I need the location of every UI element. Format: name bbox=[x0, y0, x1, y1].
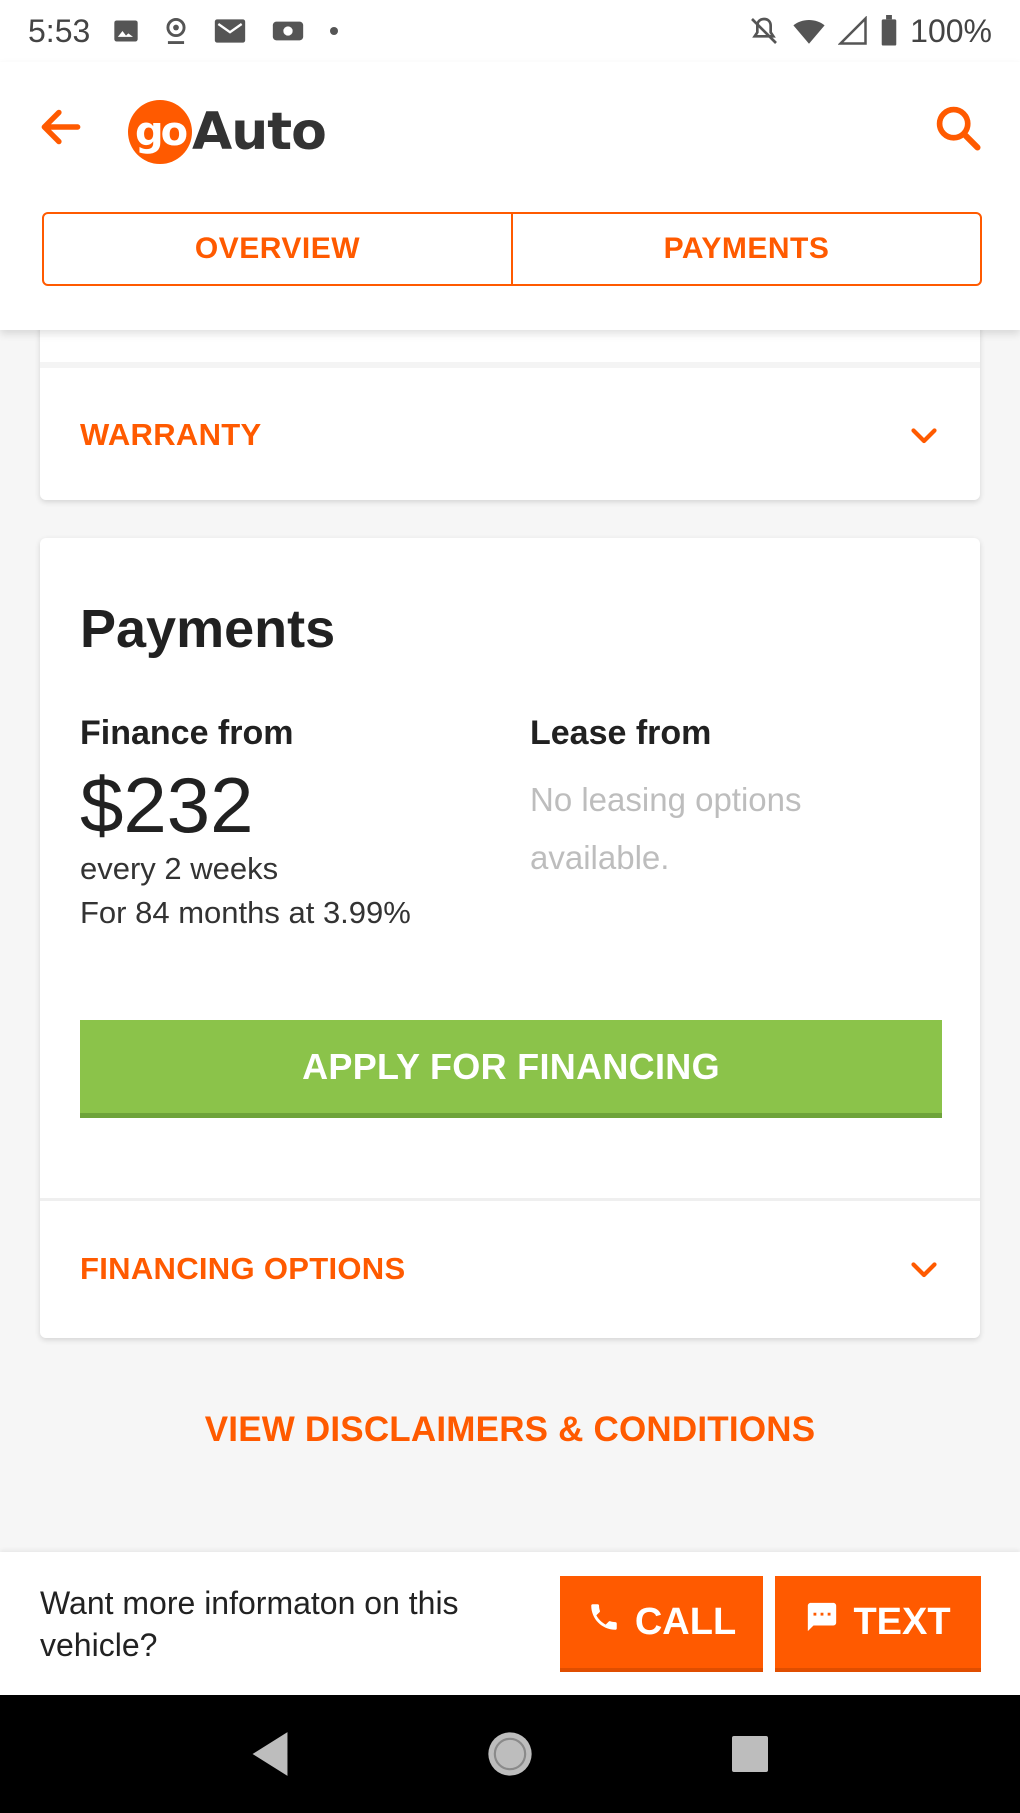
system-nav-bar bbox=[0, 1695, 1020, 1813]
tab-payments[interactable]: PAYMENTS bbox=[511, 214, 980, 284]
wifi-icon bbox=[792, 16, 826, 46]
chevron-down-icon bbox=[906, 417, 942, 453]
battery-percentage: 100% bbox=[910, 12, 992, 49]
gmail-icon bbox=[212, 17, 248, 45]
segmented-tabs: OVERVIEW PAYMENTS bbox=[42, 212, 982, 286]
search-icon[interactable] bbox=[932, 102, 984, 154]
nav-back-icon[interactable] bbox=[230, 1714, 310, 1794]
status-bar: 5:53 100% bbox=[0, 0, 1020, 62]
message-icon bbox=[805, 1600, 839, 1644]
payments-card: Payments Finance from $232 every 2 weeks… bbox=[40, 538, 980, 1338]
mute-icon bbox=[748, 15, 780, 47]
divider bbox=[40, 1198, 980, 1201]
text-button[interactable]: TEXT bbox=[775, 1576, 981, 1672]
finance-term: For 84 months at 3.99% bbox=[80, 895, 411, 930]
lease-heading: Lease from bbox=[530, 714, 712, 752]
finance-amount: $232 bbox=[80, 761, 254, 849]
weather-icon bbox=[270, 17, 306, 45]
call-label: CALL bbox=[634, 1600, 737, 1643]
finance-heading: Finance from bbox=[80, 714, 294, 752]
signal-icon bbox=[838, 16, 868, 46]
nav-recents-icon[interactable] bbox=[710, 1714, 790, 1794]
contact-bar: Want more informaton on this vehicle? CA… bbox=[0, 1552, 1020, 1695]
warranty-label: WARRANTY bbox=[80, 417, 262, 452]
lease-column: Lease from No leasing options available. bbox=[530, 714, 950, 887]
warranty-accordion[interactable]: WARRANTY bbox=[40, 368, 980, 502]
image-icon bbox=[112, 17, 140, 45]
chevron-down-icon bbox=[906, 1251, 942, 1287]
text-label: TEXT bbox=[853, 1600, 951, 1643]
back-arrow-icon[interactable] bbox=[36, 102, 86, 152]
goauto-logo: go Auto bbox=[128, 98, 327, 166]
nav-home-icon[interactable] bbox=[470, 1714, 550, 1794]
dot-icon bbox=[328, 25, 340, 37]
logo-go-badge: go bbox=[128, 100, 192, 164]
phone-icon bbox=[587, 1600, 621, 1644]
lease-message: No leasing options available. bbox=[530, 781, 802, 876]
financing-options-accordion[interactable]: FINANCING OPTIONS bbox=[40, 1202, 980, 1336]
location-icon bbox=[162, 16, 190, 46]
battery-icon bbox=[880, 15, 898, 47]
apply-for-financing-button[interactable]: APPLY FOR FINANCING bbox=[80, 1020, 942, 1118]
payments-title: Payments bbox=[80, 599, 336, 659]
financing-options-label: FINANCING OPTIONS bbox=[80, 1251, 406, 1286]
finance-column: Finance from $232 every 2 weeks For 84 m… bbox=[80, 714, 500, 935]
finance-frequency: every 2 weeks bbox=[80, 851, 279, 886]
warranty-card: WARRANTY bbox=[40, 320, 980, 500]
app-bar: go Auto OVERVIEW PAYMENTS bbox=[0, 62, 1020, 330]
view-disclaimers-link[interactable]: VIEW DISCLAIMERS & CONDITIONS bbox=[0, 1410, 1020, 1450]
contact-prompt: Want more informaton on this vehicle? bbox=[40, 1585, 459, 1663]
call-button[interactable]: CALL bbox=[560, 1576, 763, 1672]
tab-overview[interactable]: OVERVIEW bbox=[44, 214, 511, 284]
status-time: 5:53 bbox=[28, 12, 91, 49]
logo-text: Auto bbox=[192, 102, 327, 162]
